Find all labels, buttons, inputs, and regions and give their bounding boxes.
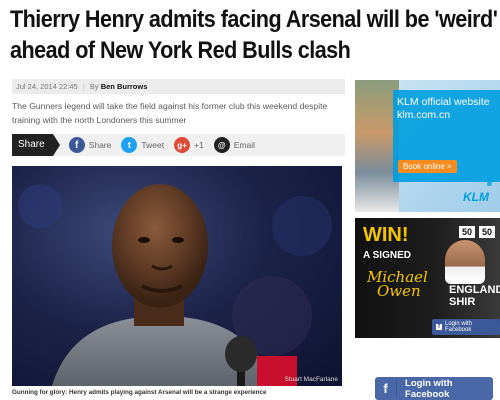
author-link[interactable]: Ben Burrows xyxy=(101,82,148,91)
article-headline: Thierry Henry admits facing Arsenal will… xyxy=(10,4,498,66)
signature-last: Owen xyxy=(377,282,421,300)
win-label: WIN! xyxy=(363,224,409,246)
facebook-icon: f xyxy=(68,137,85,153)
owen-signature: Michael Owen xyxy=(367,270,428,300)
shirt-text: SHIR xyxy=(449,296,476,308)
email-share-button[interactable]: @ Email xyxy=(213,137,256,153)
klm-headline: KLM official website xyxy=(397,96,490,108)
facebook-login-button[interactable]: f Login with Facebook xyxy=(375,377,493,400)
england-text: ENGLAND xyxy=(449,284,500,296)
email-label: Email xyxy=(233,140,256,150)
twitter-tweet-button[interactable]: t Tweet xyxy=(121,137,164,153)
meta-separator: | xyxy=(82,82,85,91)
google-plus-label: +1 xyxy=(194,140,204,150)
facebook-share-label: Share xyxy=(88,140,112,150)
klm-book-online-button[interactable]: Book online > xyxy=(398,160,457,173)
twitter-icon: t xyxy=(121,137,138,153)
publish-date: Jul 24, 2014 22:45 xyxy=(16,82,78,91)
owen-shirt-advertisement[interactable]: WIN! 50 50 A SIGNED Michael Owen ENGLAND… xyxy=(355,218,500,338)
article-standfirst: The Gunners legend will take the field a… xyxy=(12,101,328,125)
facebook-icon: f xyxy=(379,381,398,396)
ad-facebook-login-label: Login with Facebook xyxy=(445,321,473,333)
article-meta-bar: Jul 24, 2014 22:45 | By Ben Burrows xyxy=(12,79,345,94)
klm-logo: KLM xyxy=(463,190,489,204)
article-photo: Stuart MacFarlane xyxy=(12,166,342,386)
klm-crown-icon: ♛ xyxy=(485,178,494,189)
ad-facebook-icon: f xyxy=(436,324,442,330)
photo-credit: Stuart MacFarlane xyxy=(284,376,338,383)
headline-line-1: Thierry Henry admits facing Arsenal will… xyxy=(10,6,498,33)
byline-prefix: By xyxy=(89,82,99,91)
klm-advertisement[interactable]: KLM official website klm.com.cn Book onl… xyxy=(355,80,500,212)
google-plus-button[interactable]: g+ +1 xyxy=(174,137,204,153)
england-shirt-label: ENGLAND SHIR xyxy=(449,284,500,308)
email-icon: @ xyxy=(213,137,230,153)
klm-url: klm.com.cn xyxy=(397,109,451,121)
fifty-badge-1: 50 xyxy=(459,226,476,238)
share-label: Share xyxy=(12,134,60,156)
facebook-share-button[interactable]: f Share xyxy=(68,137,112,153)
facebook-login-label: Login with Facebook xyxy=(405,377,453,400)
owen-player-image xyxy=(445,240,485,284)
photo-caption: Gunning for glory: Henry admits playing … xyxy=(12,389,267,396)
ad-facebook-login-button[interactable]: f Login with Facebook xyxy=(432,319,500,335)
share-bar: Share f Share t Tweet g+ +1 @ Email xyxy=(12,134,345,156)
fifty-badge-2: 50 xyxy=(479,226,496,238)
headline-line-2: ahead of New York Red Bulls clash xyxy=(10,37,351,64)
google-plus-icon: g+ xyxy=(174,137,191,153)
henry-portrait-image xyxy=(18,184,332,386)
tweet-label: Tweet xyxy=(141,140,165,150)
signed-label: A SIGNED xyxy=(363,250,411,261)
